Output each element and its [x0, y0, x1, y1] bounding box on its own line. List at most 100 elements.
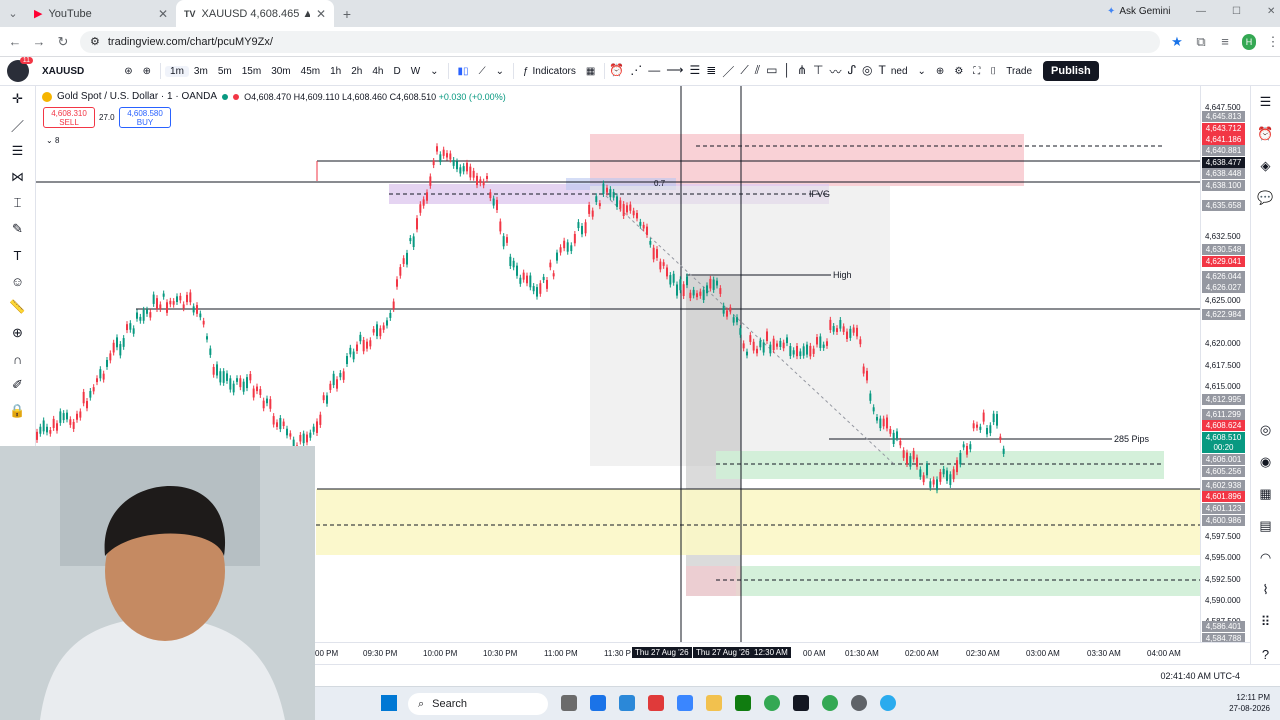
ideas-icon[interactable]: ◉ [1251, 446, 1280, 478]
time-axis[interactable]: 00 PM 09:30 PM 10:00 PM 10:30 PM 11:00 PM 11:… [315, 642, 1250, 664]
maximize-icon[interactable]: ☐ [1232, 6, 1241, 17]
fullscreen-icon[interactable]: ⛶ [968, 66, 985, 77]
trend-angle-icon[interactable]: ⋰ [630, 63, 642, 80]
taskbar-search[interactable]: ⌕ Search [408, 693, 548, 715]
horizontal-line-icon[interactable]: — [648, 63, 660, 80]
profile-avatar[interactable]: H [1242, 33, 1256, 50]
ruler-icon[interactable]: 📏 [0, 294, 35, 320]
indicator-toggle[interactable]: ⌄ 8 [46, 136, 59, 145]
interval-1h[interactable]: 1h [325, 66, 346, 77]
brush-icon[interactable]: ᔑ [847, 63, 856, 80]
template-dropdown-icon[interactable]: ⌄ [913, 66, 931, 77]
interval-5m[interactable]: 5m [213, 66, 237, 77]
magnet-icon[interactable]: ∩ [0, 346, 35, 372]
chrome-profile-icon[interactable] [822, 695, 838, 711]
xbox-icon[interactable] [735, 695, 751, 711]
ask-gemini-button[interactable]: ✦ Ask Gemini [1107, 6, 1171, 17]
symbol-search[interactable]: XAUUSD [37, 66, 89, 77]
file-explorer-icon[interactable] [706, 695, 722, 711]
calendar-icon[interactable]: ▦ [1251, 478, 1280, 510]
chat-icon[interactable]: 💬 [1251, 182, 1280, 214]
tv-user-avatar[interactable]: 11 [7, 57, 33, 82]
alert-icon[interactable]: ⏰ [609, 63, 624, 80]
app-dark-icon[interactable] [793, 695, 809, 711]
telegram-icon[interactable] [880, 695, 896, 711]
store-icon[interactable] [619, 695, 635, 711]
minimize-icon[interactable]: — [1196, 6, 1206, 17]
tab-youtube[interactable]: ▶ YouTube ✕ [26, 0, 176, 27]
compare-icon[interactable]: ⊛ [119, 66, 137, 77]
camera-icon[interactable]: ⌷ [985, 66, 1001, 77]
candles-icon[interactable]: ▮▯ [453, 66, 474, 77]
chrome-icon[interactable] [764, 695, 780, 711]
trend-line-icon[interactable]: ／ [722, 63, 734, 80]
close-icon[interactable]: ✕ [158, 7, 168, 21]
chart-type-dropdown-icon[interactable]: ⌄ [491, 66, 509, 77]
interval-1m[interactable]: 1m [165, 65, 189, 77]
vertical-line-icon[interactable]: │ [783, 63, 791, 80]
apps-icon[interactable]: ⠿ [1251, 606, 1280, 638]
extensions-icon[interactable]: ⧉ [1194, 34, 1208, 50]
interval-2h[interactable]: 2h [346, 66, 367, 77]
app-circle-icon[interactable] [851, 695, 867, 711]
stay-drawing-icon[interactable]: ✐ [0, 372, 35, 398]
app-l-icon[interactable] [648, 695, 664, 711]
reload-icon[interactable]: ↻ [56, 34, 70, 50]
outlook-icon[interactable] [590, 695, 606, 711]
rectangle-icon[interactable]: ▭ [766, 63, 777, 80]
close-window-icon[interactable]: ✕ [1267, 6, 1275, 17]
url-field[interactable]: ⚙ tradingview.com/chart/pcuMY9Zx/ [80, 30, 1160, 53]
interval-3m[interactable]: 3m [189, 66, 213, 77]
zoom-icon[interactable]: ⊕ [931, 66, 949, 77]
prediction-icon[interactable]: ⌶ [0, 190, 35, 216]
settings-icon[interactable]: ⚙ [949, 66, 968, 77]
system-clock[interactable]: 12:11 PM 27-08-2026 [1229, 692, 1270, 714]
fib-extension-icon[interactable]: ≣ [706, 63, 716, 80]
price-axis[interactable]: 4,647.500 4,632.500 4,625.000 4,620.000 4,61… [1200, 86, 1250, 644]
target-icon[interactable]: ◎ [1251, 414, 1280, 446]
emoji-icon[interactable]: ☺ [0, 268, 35, 294]
long-position-icon[interactable]: ⊤ [813, 63, 823, 80]
interval-30m[interactable]: 30m [266, 66, 295, 77]
line-chart-icon[interactable]: ⟋ [474, 66, 491, 77]
interval-W[interactable]: W [406, 66, 425, 77]
horizontal-ray-icon[interactable]: ⟶ [666, 63, 683, 80]
watchlist-icon[interactable]: ☰ [1251, 86, 1280, 118]
indicators-button[interactable]: ƒ Indicators [518, 66, 581, 77]
layouts-icon[interactable]: ▦ [581, 66, 600, 77]
parallel-channel-icon[interactable]: ⫽ [755, 63, 760, 80]
bookmark-star-icon[interactable]: ★ [1170, 34, 1184, 50]
task-view-icon[interactable] [561, 695, 577, 711]
new-tab-icon[interactable]: + [334, 6, 360, 22]
template-dropdown[interactable]: ned [886, 66, 913, 77]
text-icon[interactable]: T [879, 63, 886, 80]
legend-title[interactable]: Gold Spot / U.S. Dollar · 1 · OANDA [57, 91, 217, 102]
forward-icon[interactable]: → [32, 34, 46, 49]
alerts-icon[interactable]: ⏰ [1251, 118, 1280, 150]
reading-list-icon[interactable]: ≡ [1218, 34, 1232, 49]
streams-icon[interactable]: ◠ [1251, 542, 1280, 574]
interval-15m[interactable]: 15m [237, 66, 266, 77]
signals-icon[interactable]: ⌇ [1251, 574, 1280, 606]
tab-search-icon[interactable]: ⌄ [0, 7, 26, 20]
brush-icon[interactable]: ✎ [0, 216, 35, 242]
zoom-in-icon[interactable]: ⊕ [0, 320, 35, 346]
tab-tradingview[interactable]: TV XAUUSD 4,608.465 ▲ +0.3% U ✕ [176, 0, 334, 27]
crosshair-icon[interactable]: ✛ [0, 86, 35, 112]
interval-45m[interactable]: 45m [296, 66, 325, 77]
appstore-icon[interactable] [677, 695, 693, 711]
sell-button[interactable]: 4,608.310 SELL [43, 107, 95, 128]
close-icon[interactable]: ✕ [316, 7, 326, 21]
fib-retracement-icon[interactable]: ☰ [689, 63, 700, 80]
buy-button[interactable]: 4,608.580 BUY [119, 107, 171, 128]
text-icon[interactable]: T [0, 242, 35, 268]
ray-icon[interactable]: ⟋ [740, 63, 748, 80]
path-icon[interactable]: 〰 [829, 63, 841, 80]
site-info-icon[interactable]: ⚙ [90, 35, 100, 48]
chart-clock[interactable]: 02:41:40 AM UTC-4 [1160, 671, 1240, 681]
interval-D[interactable]: D [388, 66, 405, 77]
pitchfork-icon[interactable]: ⋔ [797, 63, 807, 80]
fib-icon[interactable]: ☰ [0, 138, 35, 164]
notes-icon[interactable]: ▤ [1251, 510, 1280, 542]
interval-4h[interactable]: 4h [367, 66, 388, 77]
